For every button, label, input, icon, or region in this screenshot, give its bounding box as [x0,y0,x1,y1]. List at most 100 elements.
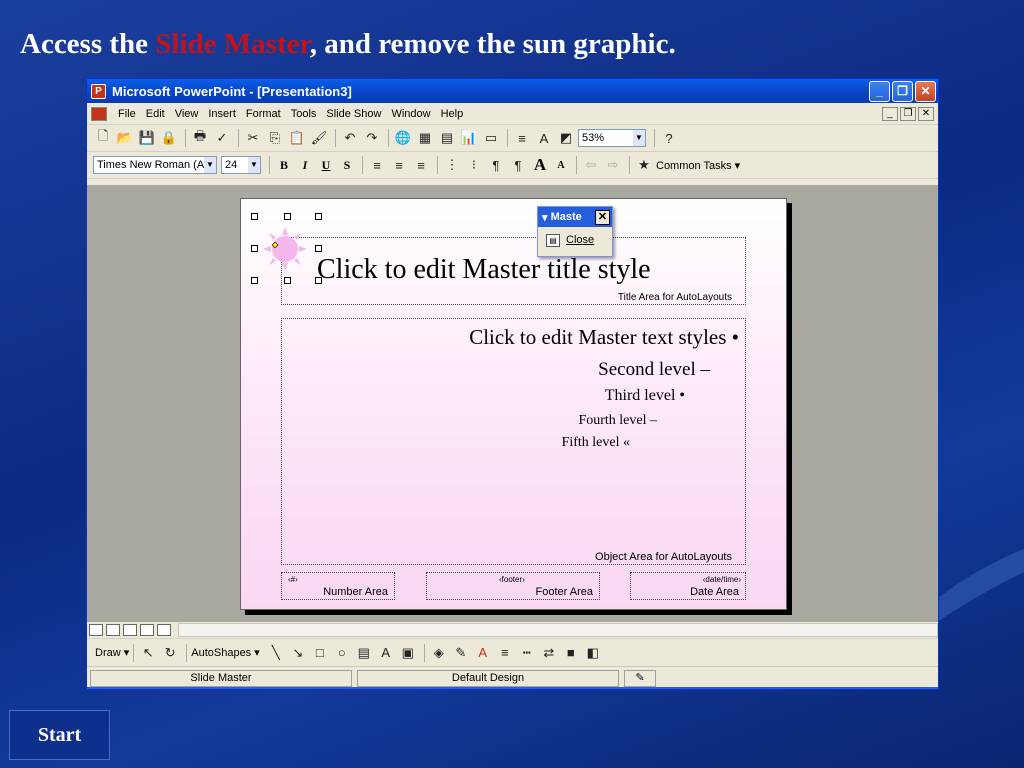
menu-edit[interactable]: Edit [141,108,170,120]
arrow-style-icon[interactable]: ⇄ [539,643,559,663]
new-slide-icon[interactable]: ▭ [481,128,501,148]
menu-view[interactable]: View [170,108,204,120]
insert-chart-icon[interactable]: 📊 [459,128,479,148]
align-right-icon[interactable]: ≡ [411,155,431,175]
paste-icon[interactable]: 📋 [287,128,307,148]
help-icon[interactable]: ? [659,128,679,148]
start-button[interactable]: Start [9,710,110,760]
sun-icon[interactable] [263,227,307,271]
arrow-icon[interactable]: ↘ [288,643,308,663]
permission-icon[interactable]: 🔒 [159,128,179,148]
menu-tools[interactable]: Tools [286,108,322,120]
document-icon[interactable] [91,106,107,121]
shadow-button[interactable]: S [337,155,357,175]
bold-button[interactable]: B [274,155,294,175]
common-tasks-icon[interactable]: ★ [634,155,654,175]
align-center-icon[interactable]: ≡ [389,155,409,175]
promote-icon[interactable]: ⇦ [581,155,601,175]
oval-icon[interactable]: ○ [332,643,352,663]
bullets-icon[interactable]: ⁝ [464,155,484,175]
cut-icon[interactable]: ✂ [243,128,263,148]
dash-style-icon[interactable]: ┅ [517,643,537,663]
text-box-icon[interactable]: ▤ [354,643,374,663]
selection-handle[interactable] [284,213,291,220]
selection-handle[interactable] [251,213,258,220]
normal-view-icon[interactable] [89,624,103,636]
footer-placeholder[interactable]: ‹footer› Footer Area [426,572,600,600]
close-icon[interactable]: ✕ [595,209,610,225]
restore-button[interactable]: ❐ [892,80,913,102]
menu-help[interactable]: Help [436,108,469,120]
common-tasks-button[interactable]: Common Tasks ▾ [656,159,740,172]
slide-show-icon[interactable] [157,624,171,636]
autoshapes-button[interactable]: AutoShapes ▾ [191,646,260,659]
chevron-down-icon[interactable]: ▾ [542,211,551,224]
spelling-icon[interactable]: ✓ [212,128,232,148]
decrease-font-button[interactable]: A [551,155,571,175]
save-icon[interactable]: 💾 [137,128,157,148]
print-icon[interactable]: 🖶 [190,128,210,148]
line-style-icon[interactable]: ≡ [495,643,515,663]
font-size-select[interactable]: 24 ▼ [221,156,261,174]
tables-icon[interactable]: ▦ [415,128,435,148]
redo-icon[interactable]: ↷ [362,128,382,148]
rtl-icon[interactable]: ¶ [508,155,528,175]
expand-all-icon[interactable]: ≡ [512,128,532,148]
zoom-select[interactable]: 53% ▼ [578,129,646,147]
minimize-button[interactable]: _ [869,80,890,102]
free-rotate-icon[interactable]: ↻ [160,643,180,663]
italic-button[interactable]: I [295,155,315,175]
number-placeholder[interactable]: ‹#› Number Area [281,572,395,600]
underline-button[interactable]: U [316,155,336,175]
menu-file[interactable]: File [113,108,141,120]
increase-font-button[interactable]: A [530,155,550,175]
shadow-icon[interactable]: ■ [561,643,581,663]
date-placeholder[interactable]: ‹date/time› Date Area [630,572,746,600]
menu-slide-show[interactable]: Slide Show [321,108,386,120]
wordart-icon[interactable]: A [376,643,396,663]
selection-handle[interactable] [251,277,258,284]
master-toolbar-title-bar[interactable]: ▾ Maste ✕ [538,207,612,227]
show-formatting-icon[interactable]: A [534,128,554,148]
line-color-icon[interactable]: ✎ [451,643,471,663]
format-painter-icon[interactable]: 🖌 [309,128,329,148]
menu-insert[interactable]: Insert [203,108,241,120]
slide-sorter-icon[interactable] [140,624,154,636]
font-color-icon[interactable]: A [473,643,493,663]
open-icon[interactable]: 📂 [115,128,135,148]
grayscale-icon[interactable]: ◩ [556,128,576,148]
selection-handle[interactable] [251,245,258,252]
copy-icon[interactable]: ⎘ [265,128,285,148]
doc-minimize-button[interactable]: _ [882,106,898,121]
align-left-icon[interactable]: ≡ [367,155,387,175]
3d-icon[interactable]: ◧ [583,643,603,663]
outline-view-icon[interactable] [106,624,120,636]
undo-icon[interactable]: ↶ [340,128,360,148]
slide-master-canvas[interactable]: Click to edit Master title style Title A… [240,198,787,610]
numbering-icon[interactable]: ⋮ [442,155,462,175]
fill-color-icon[interactable]: ◈ [429,643,449,663]
clip-art-icon[interactable]: ▣ [398,643,418,663]
demote-icon[interactable]: ⇨ [603,155,623,175]
powerpoint-icon[interactable]: P [91,83,106,99]
draw-menu-button[interactable]: Draw ▾ [95,646,129,659]
title-placeholder[interactable]: Click to edit Master title style Title A… [281,237,746,305]
rectangle-icon[interactable]: □ [310,643,330,663]
line-icon[interactable]: ╲ [266,643,286,663]
selection-handle[interactable] [315,213,322,220]
hyperlink-icon[interactable]: 🌐 [393,128,413,148]
font-select[interactable]: Times New Roman (A ▼ [93,156,217,174]
menu-window[interactable]: Window [386,108,435,120]
doc-close-button[interactable]: ✕ [918,106,934,121]
close-master-view-button[interactable]: ▤ Close [538,227,612,253]
doc-restore-button[interactable]: ❐ [900,106,916,121]
menu-format[interactable]: Format [241,108,286,120]
object-placeholder[interactable]: Click to edit Master text styles • Secon… [281,318,746,565]
close-button[interactable]: ✕ [915,80,936,102]
insert-table-icon[interactable]: ▤ [437,128,457,148]
slide-view-icon[interactable] [123,624,137,636]
ltr-icon[interactable]: ¶ [486,155,506,175]
new-icon[interactable]: 🗋 [93,128,113,148]
horizontal-scrollbar[interactable] [178,623,938,637]
select-objects-icon[interactable]: ↖ [138,643,158,663]
